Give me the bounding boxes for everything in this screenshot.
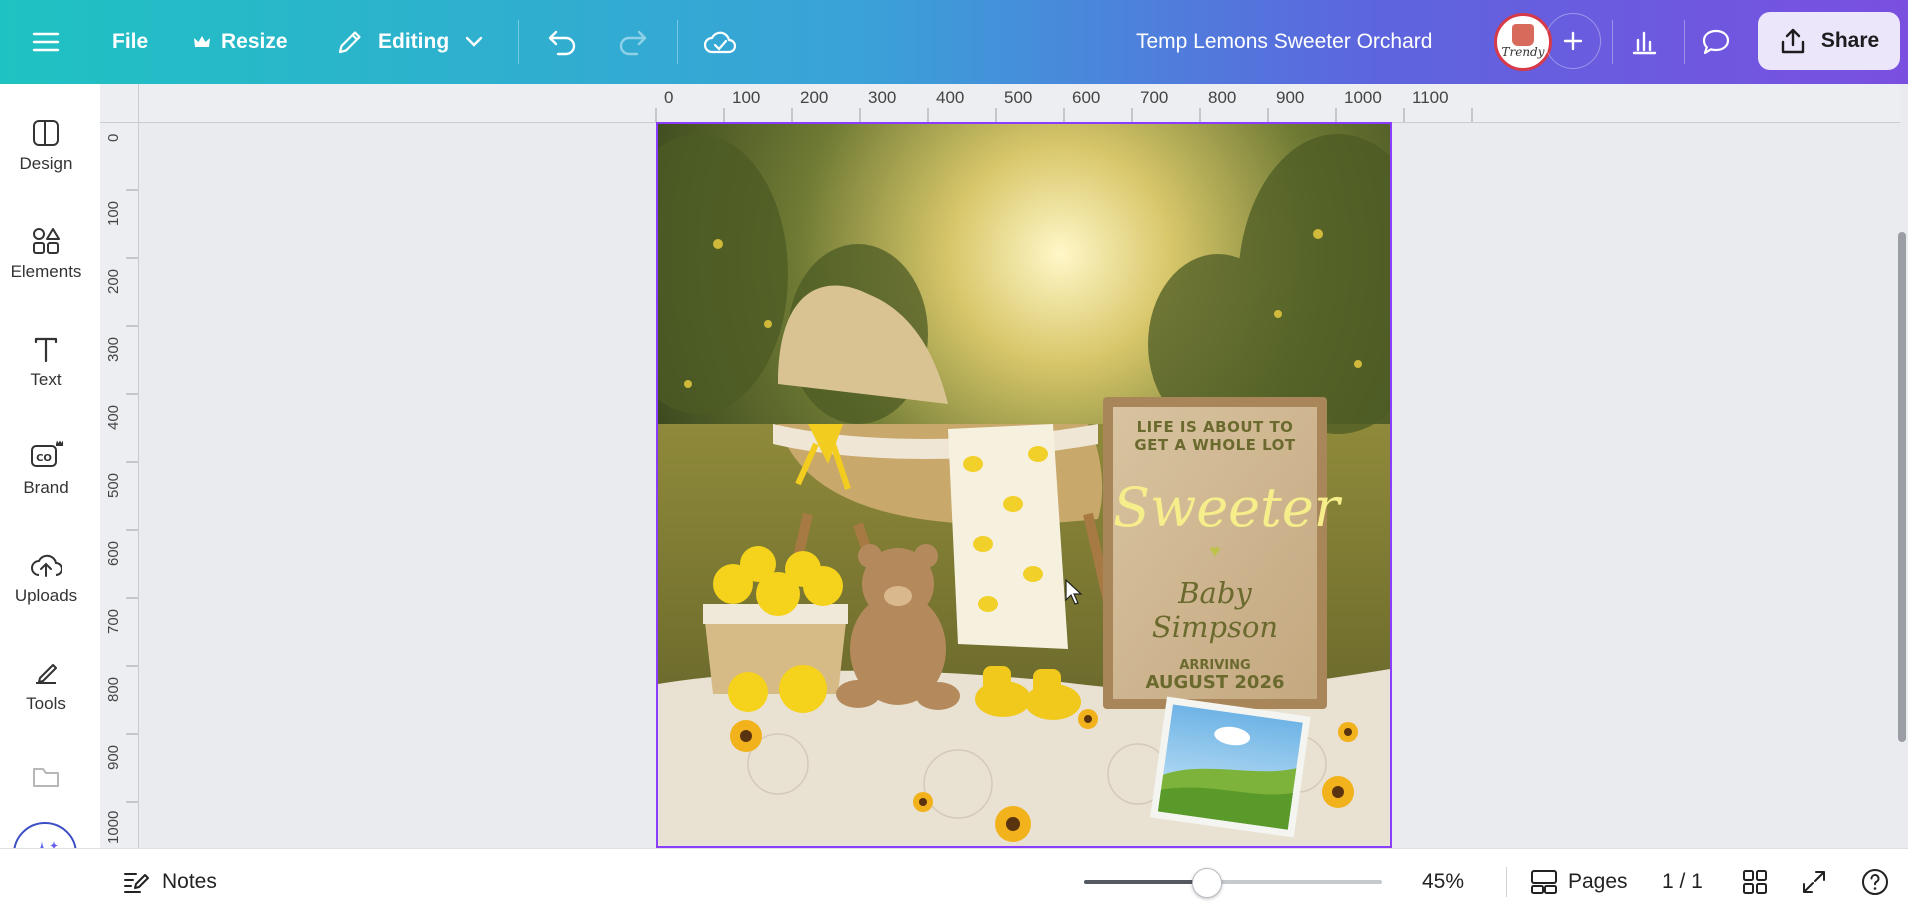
left-sidebar: Design Elements Text CO Brand Uploads To… (0, 84, 101, 886)
chevron-down-icon (465, 36, 483, 47)
comment-icon (1702, 29, 1730, 55)
redo-button[interactable] (617, 0, 649, 84)
toolbar-divider (1612, 20, 1613, 64)
file-menu[interactable]: File (112, 0, 148, 84)
help-icon (1862, 869, 1888, 895)
redo-icon (619, 30, 647, 56)
grid-view-button[interactable] (1742, 849, 1768, 915)
toolbar-divider (518, 20, 519, 64)
bottom-divider (1506, 867, 1507, 897)
add-collaborator-button[interactable] (1545, 13, 1601, 69)
vertical-ruler: 0 100 200 300 400 500 600 700 800 900 10… (100, 122, 139, 848)
ruler-corner (100, 84, 139, 123)
fullscreen-button[interactable] (1801, 849, 1827, 915)
shirt-logo-icon (1512, 24, 1534, 46)
sidebar-item-tools[interactable]: Tools (0, 658, 92, 714)
top-toolbar: File Resize Editing Temp Lemons Sweeter … (0, 0, 1908, 84)
notes-icon (124, 873, 149, 893)
comments-button[interactable] (1688, 14, 1744, 70)
cloud-check-icon (703, 31, 737, 54)
sidebar-item-elements[interactable]: Elements (0, 226, 92, 282)
save-status-button[interactable] (703, 0, 737, 84)
resize-button[interactable]: Resize (193, 0, 288, 84)
undo-icon (548, 30, 576, 56)
zoom-slider-handle[interactable] (1192, 868, 1223, 898)
hamburger-icon (32, 32, 60, 52)
pencil-icon (338, 31, 361, 54)
design-icon (33, 120, 59, 146)
bottom-toolbar: Notes 45% Pages 1 / 1 (0, 848, 1908, 915)
landscape-photo (1150, 696, 1311, 838)
design-canvas[interactable]: LIFE IS ABOUT TO GET A WHOLE LOT Sweeter… (656, 122, 1392, 848)
undo-button[interactable] (546, 0, 578, 84)
zoom-slider-fill (1084, 880, 1207, 884)
sign-arriving: ARRIVING (1179, 658, 1251, 673)
sign-baby-name: Baby Simpson (1151, 576, 1279, 644)
avatar[interactable]: Trendy (1494, 13, 1552, 71)
sidebar-item-design[interactable]: Design (0, 118, 92, 174)
text-icon (34, 337, 58, 363)
editing-mode-button[interactable]: Editing (336, 0, 483, 84)
menu-button[interactable] (32, 0, 60, 84)
crown-icon (194, 36, 210, 47)
zoom-level[interactable]: 45% (1422, 849, 1464, 915)
bar-chart-icon (1632, 31, 1657, 55)
sign-text: LIFE IS ABOUT TO GET A WHOLE LOT Sweeter… (1113, 418, 1340, 693)
pages-icon (1531, 870, 1557, 894)
uploads-icon (31, 554, 62, 577)
svg-text:CO: CO (36, 453, 52, 464)
sign-date: AUGUST 2026 (1145, 672, 1285, 693)
expand-icon (1803, 871, 1825, 893)
tools-icon (36, 664, 57, 684)
sidebar-item-brand[interactable]: CO Brand (0, 440, 92, 498)
zoom-slider[interactable] (1084, 868, 1382, 898)
toolbar-divider (1684, 20, 1685, 64)
sign-sweeter: Sweeter (1113, 476, 1340, 539)
help-button[interactable] (1860, 849, 1890, 915)
insights-button[interactable] (1616, 14, 1672, 70)
sidebar-item-text[interactable]: Text (0, 334, 92, 390)
page-counter[interactable]: 1 / 1 (1662, 849, 1703, 915)
sidebar-item-projects[interactable] (0, 764, 92, 796)
pages-button[interactable]: Pages (1530, 849, 1628, 915)
elements-icon (33, 228, 60, 254)
heart-icon: ♥ (1209, 541, 1221, 561)
brand-icon: CO (31, 440, 63, 467)
share-icon (1781, 28, 1805, 54)
plus-icon (1563, 31, 1583, 51)
grid-icon (1743, 870, 1767, 894)
sign-line-1: LIFE IS ABOUT TO (1136, 418, 1294, 436)
document-title[interactable]: Temp Lemons Sweeter Orchard (1136, 0, 1432, 84)
share-button[interactable]: Share (1758, 12, 1900, 70)
horizontal-ruler: 0 100 200 300 400 500 600 700 800 900 10… (100, 84, 1900, 123)
sidebar-item-uploads[interactable]: Uploads (0, 550, 92, 606)
lemon-blanket (948, 424, 1068, 649)
toolbar-divider (677, 20, 678, 64)
ruler-ticks (655, 108, 1473, 122)
notes-button[interactable]: Notes (122, 849, 217, 915)
folder-icon (33, 768, 59, 787)
sign-line-2: GET A WHOLE LOT (1134, 436, 1296, 454)
vertical-scrollbar[interactable] (1898, 232, 1906, 742)
